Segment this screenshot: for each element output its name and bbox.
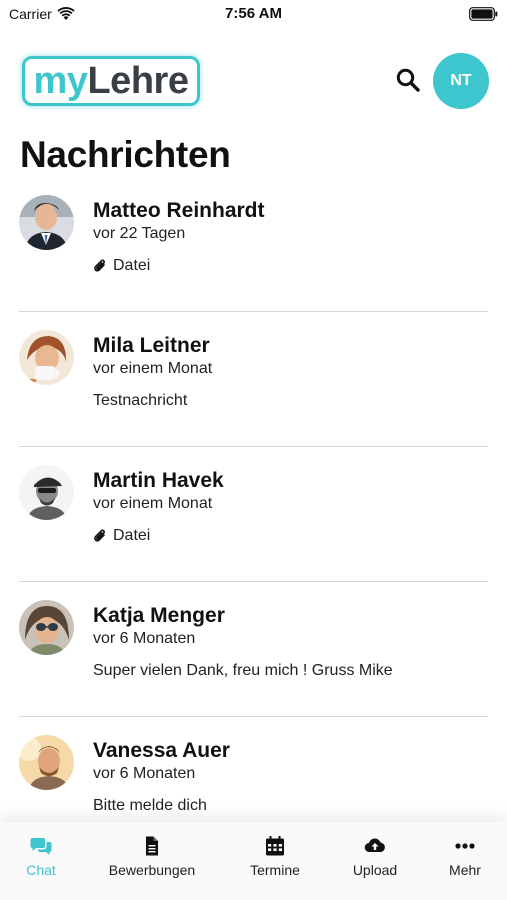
tab-termine[interactable]: Termine xyxy=(246,836,304,878)
calendar-icon xyxy=(266,836,284,856)
app-logo: my Lehre xyxy=(22,56,200,106)
list-divider xyxy=(19,446,488,447)
tab-label: Upload xyxy=(352,862,398,878)
profile-avatar[interactable]: NT xyxy=(433,53,489,109)
tab-upload[interactable]: Upload xyxy=(349,836,401,878)
message-preview-text: Super vielen Dank, freu mich ! Gruss Mik… xyxy=(93,662,393,679)
message-preview-text: Datei xyxy=(113,257,151,274)
contact-name: Vanessa Auer xyxy=(93,739,230,762)
conversation-item[interactable]: Mila Leitner vor einem Monat Testnachric… xyxy=(0,320,507,455)
tab-label: Mehr xyxy=(449,862,481,878)
tab-bewerbungen[interactable]: Bewerbungen xyxy=(104,836,200,878)
list-divider xyxy=(19,716,488,717)
battery-icon xyxy=(469,7,498,21)
message-time: vor 22 Tagen xyxy=(93,225,186,242)
contact-avatar xyxy=(19,330,74,385)
logo-text-lehre: Lehre xyxy=(87,60,189,102)
conversation-item[interactable]: Katja Menger vor 6 Monaten Super vielen … xyxy=(0,590,507,725)
message-time: vor 6 Monaten xyxy=(93,765,196,782)
message-preview-text: Bitte melde dich xyxy=(93,797,207,814)
paperclip-icon xyxy=(94,259,105,272)
paperclip-icon xyxy=(94,529,105,542)
message-preview: Super vielen Dank, freu mich ! Gruss Mik… xyxy=(93,662,393,680)
status-time: 7:56 AM xyxy=(225,5,282,22)
message-preview-text: Testnachricht xyxy=(93,392,188,409)
contact-avatar xyxy=(19,195,74,250)
message-preview-text: Datei xyxy=(113,527,151,544)
search-icon[interactable] xyxy=(394,66,422,94)
logo-text-my: my xyxy=(33,60,88,102)
tab-label: Termine xyxy=(250,862,300,878)
message-preview: Bitte melde dich xyxy=(93,797,207,815)
contact-avatar xyxy=(19,735,74,790)
tab-chat[interactable]: Chat xyxy=(20,836,62,878)
conversation-item[interactable]: Matteo Reinhardt vor 22 Tagen Datei xyxy=(0,185,507,320)
tab-label: Chat xyxy=(26,862,56,878)
tab-mehr[interactable]: Mehr xyxy=(446,836,484,878)
conversation-item[interactable]: Martin Havek vor einem Monat Datei xyxy=(0,455,507,590)
tab-label: Bewerbungen xyxy=(108,862,196,878)
profile-initials: NT xyxy=(450,72,472,89)
message-time: vor einem Monat xyxy=(93,360,213,377)
contact-name: Martin Havek xyxy=(93,469,224,492)
contact-name: Matteo Reinhardt xyxy=(93,199,265,222)
message-time: vor einem Monat xyxy=(93,495,213,512)
contact-name: Katja Menger xyxy=(93,604,225,627)
status-bar: Carrier 7:56 AM xyxy=(0,0,507,28)
message-preview: Datei xyxy=(93,527,150,545)
cloud-upload-icon xyxy=(364,838,385,853)
contact-avatar xyxy=(19,465,74,520)
document-icon xyxy=(146,836,158,856)
tab-bar: Chat Bewerbungen Termine Upload Mehr xyxy=(0,822,507,900)
conversation-list[interactable]: Matteo Reinhardt vor 22 Tagen Datei Mila… xyxy=(0,185,507,822)
contact-avatar xyxy=(19,600,74,655)
more-icon xyxy=(455,843,475,849)
message-preview: Datei xyxy=(93,257,150,275)
list-divider xyxy=(19,311,488,312)
list-divider xyxy=(19,581,488,582)
page-title: Nachrichten xyxy=(20,134,231,175)
conversation-item[interactable]: Vanessa Auer vor 6 Monaten Bitte melde d… xyxy=(0,725,507,822)
contact-name: Mila Leitner xyxy=(93,334,210,357)
message-time: vor 6 Monaten xyxy=(93,630,196,647)
chat-icon xyxy=(30,838,52,855)
message-preview: Testnachricht xyxy=(93,392,187,410)
